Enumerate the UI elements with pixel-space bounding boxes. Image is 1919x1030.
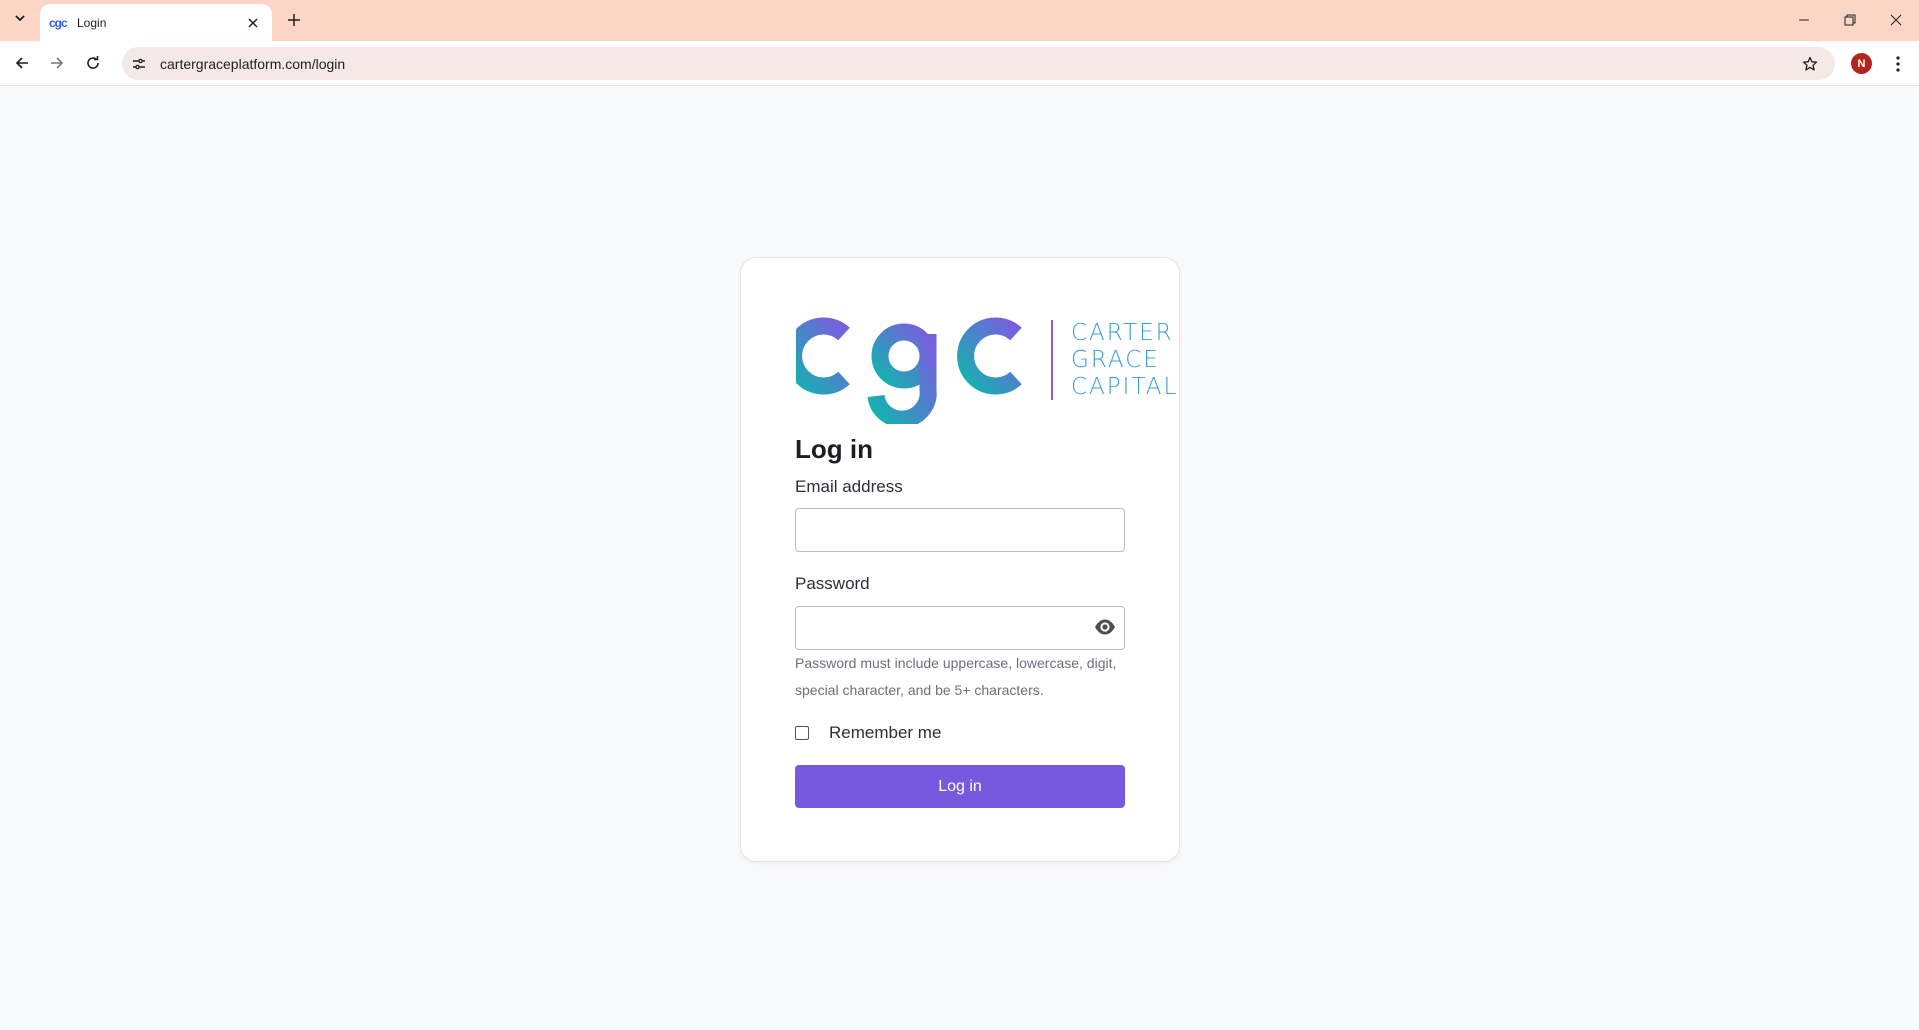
profile-avatar[interactable]: N — [1851, 53, 1872, 74]
password-label: Password — [795, 574, 870, 593]
logo-wordmark: CARTER GRACE CAPITAL — [1071, 320, 1178, 401]
bookmark-button[interactable] — [1797, 51, 1823, 77]
reload-button[interactable] — [78, 48, 108, 78]
tab-close-button[interactable] — [243, 13, 263, 33]
kebab-menu-icon — [1896, 56, 1900, 72]
company-logo: CARTER GRACE CAPITAL — [796, 316, 1176, 424]
logo-word-3: CAPITAL — [1071, 374, 1179, 400]
cgc-logo-mark — [796, 317, 1022, 424]
login-card: CARTER GRACE CAPITAL Log in Email addres… — [740, 257, 1180, 862]
minimize-icon — [1799, 19, 1809, 21]
remember-me-checkbox[interactable] — [795, 726, 809, 740]
logo-word-2: GRACE — [1071, 347, 1160, 373]
tab-strip: cgc Login — [0, 0, 1919, 41]
plus-icon — [288, 14, 300, 26]
logo-divider — [1051, 320, 1053, 400]
site-info-button[interactable] — [126, 51, 152, 77]
address-bar[interactable]: cartergraceplatform.com/login — [122, 47, 1835, 80]
forward-button[interactable] — [42, 48, 72, 78]
remember-me-label[interactable]: Remember me — [829, 723, 941, 743]
window-close-icon — [1890, 14, 1902, 26]
email-label: Email address — [795, 477, 903, 496]
active-tab[interactable]: cgc Login — [40, 4, 272, 41]
close-icon — [248, 17, 258, 28]
url-text[interactable]: cartergraceplatform.com/login — [160, 56, 1797, 72]
restore-icon — [1844, 14, 1856, 26]
star-icon — [1802, 56, 1818, 71]
tab-title: Login — [77, 15, 107, 30]
browser-menu-button[interactable] — [1884, 50, 1912, 78]
minimize-button[interactable] — [1788, 6, 1820, 34]
forward-arrow-icon — [51, 57, 64, 69]
browser-toolbar: cartergraceplatform.com/login N — [0, 41, 1919, 86]
password-hint: Password must include uppercase, lowerca… — [795, 655, 1117, 698]
password-field[interactable] — [795, 606, 1125, 650]
back-arrow-icon — [15, 57, 28, 69]
reload-icon — [87, 56, 99, 69]
eye-icon — [1095, 619, 1115, 635]
back-button[interactable] — [7, 48, 37, 78]
show-password-button[interactable] — [1092, 614, 1118, 640]
site-info-icon — [133, 58, 145, 69]
tab-list-button[interactable] — [8, 8, 32, 32]
favicon-icon: cgc — [49, 15, 68, 30]
logo-word-1: CARTER — [1071, 320, 1174, 346]
email-field[interactable] — [795, 508, 1125, 552]
tab-list-icon — [14, 11, 26, 29]
page-title: Log in — [795, 434, 873, 464]
restore-button[interactable] — [1834, 6, 1866, 34]
remember-me-row: Remember me — [795, 723, 941, 743]
new-tab-button[interactable] — [282, 8, 306, 32]
window-close-button[interactable] — [1880, 6, 1912, 34]
login-button[interactable]: Log in — [795, 765, 1125, 808]
